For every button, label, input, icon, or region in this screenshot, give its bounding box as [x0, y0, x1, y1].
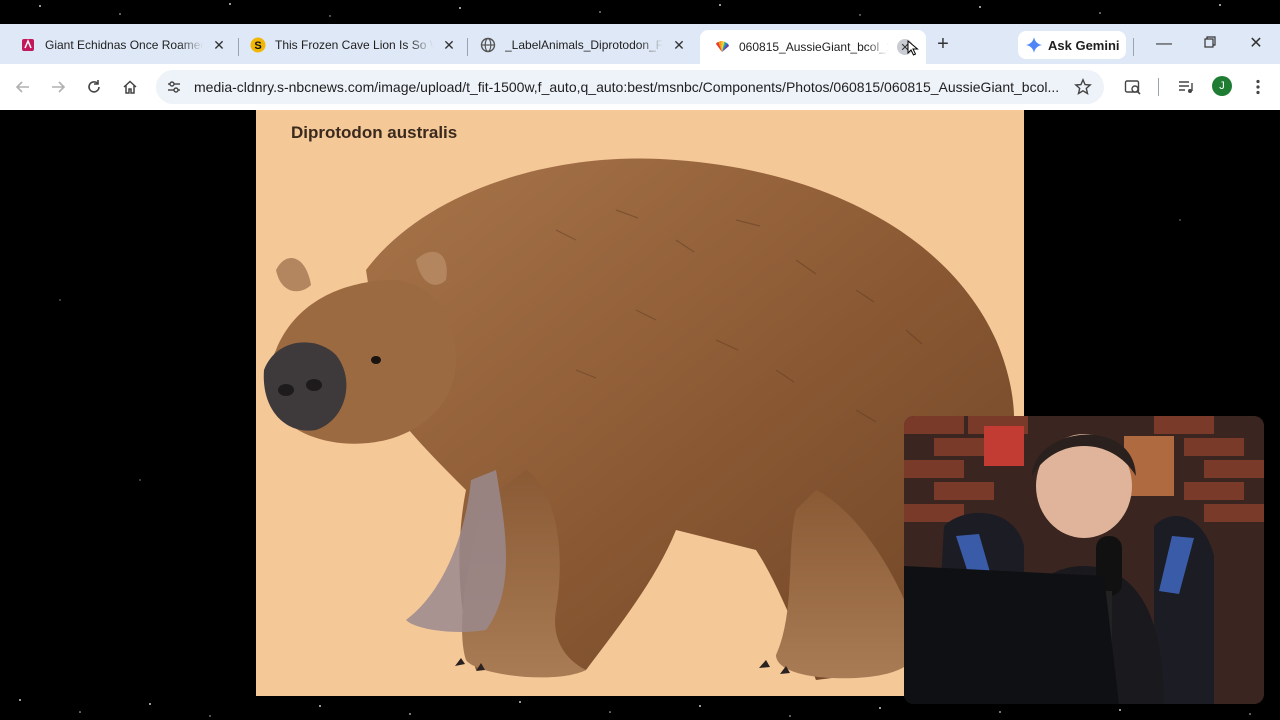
webcam-overlay [904, 416, 1264, 704]
close-tab-icon[interactable]: ✕ [441, 37, 457, 53]
url-text: media-cldnry.s-nbcnews.com/image/upload/… [194, 79, 1060, 95]
screen: Giant Echidnas Once Roamed ✕ S This Froz… [0, 0, 1280, 720]
tab-title: Giant Echidnas Once Roamed [45, 38, 203, 52]
browser-toolbar: media-cldnry.s-nbcnews.com/image/upload/… [0, 64, 1280, 110]
home-icon[interactable] [119, 76, 141, 98]
tab-aussie-giant[interactable]: 060815_AussieGiant_bcol_10a ✕ [700, 30, 926, 64]
close-tab-icon[interactable]: ✕ [211, 37, 227, 53]
site-favicon-icon [20, 37, 36, 53]
tab-title: This Frozen Cave Lion Is So W [275, 38, 433, 52]
new-tab-plus-icon[interactable]: + [932, 34, 954, 56]
minimize-icon[interactable]: — [1154, 34, 1174, 54]
webcam-feed [904, 416, 1264, 704]
separator [1158, 78, 1159, 96]
separator [1133, 38, 1134, 56]
browser-window: Giant Echidnas Once Roamed ✕ S This Froz… [0, 24, 1280, 110]
nbc-peacock-icon [714, 39, 730, 55]
media-controls-icon[interactable] [1175, 76, 1197, 98]
svg-text:S: S [254, 40, 261, 52]
back-arrow-icon[interactable] [12, 76, 34, 98]
tab-title: _LabelAnimals_Diprotodon_FA [505, 38, 663, 52]
ask-gemini-label: Ask Gemini [1048, 37, 1120, 53]
bookmark-star-icon[interactable] [1074, 78, 1092, 96]
tab-label-animals[interactable]: _LabelAnimals_Diprotodon_FA ✕ [466, 30, 694, 60]
restore-window-icon[interactable] [1200, 34, 1220, 54]
address-bar[interactable]: media-cldnry.s-nbcnews.com/image/upload/… [156, 70, 1104, 104]
reload-icon[interactable] [83, 76, 105, 98]
forward-arrow-icon[interactable] [47, 76, 69, 98]
tab-frozen-cave-lion[interactable]: S This Frozen Cave Lion Is So W ✕ [236, 30, 464, 60]
tab-title: 060815_AussieGiant_bcol_10a [739, 40, 889, 54]
mouse-cursor-icon [907, 40, 919, 56]
profile-avatar[interactable]: J [1212, 76, 1232, 96]
tab-strip: Giant Echidnas Once Roamed ✕ S This Froz… [0, 24, 1280, 64]
s-favicon-icon: S [250, 37, 266, 53]
ask-gemini-button[interactable]: Ask Gemini [1018, 31, 1126, 59]
tab-giant-echidnas[interactable]: Giant Echidnas Once Roamed ✕ [6, 30, 234, 60]
lens-search-icon[interactable] [1122, 76, 1144, 98]
more-menu-icon[interactable] [1247, 76, 1269, 98]
close-tab-icon[interactable]: ✕ [671, 37, 687, 53]
close-window-icon[interactable]: ✕ [1246, 34, 1266, 54]
gemini-sparkle-icon [1026, 37, 1042, 53]
globe-icon [480, 37, 496, 53]
site-settings-icon[interactable] [166, 79, 182, 95]
